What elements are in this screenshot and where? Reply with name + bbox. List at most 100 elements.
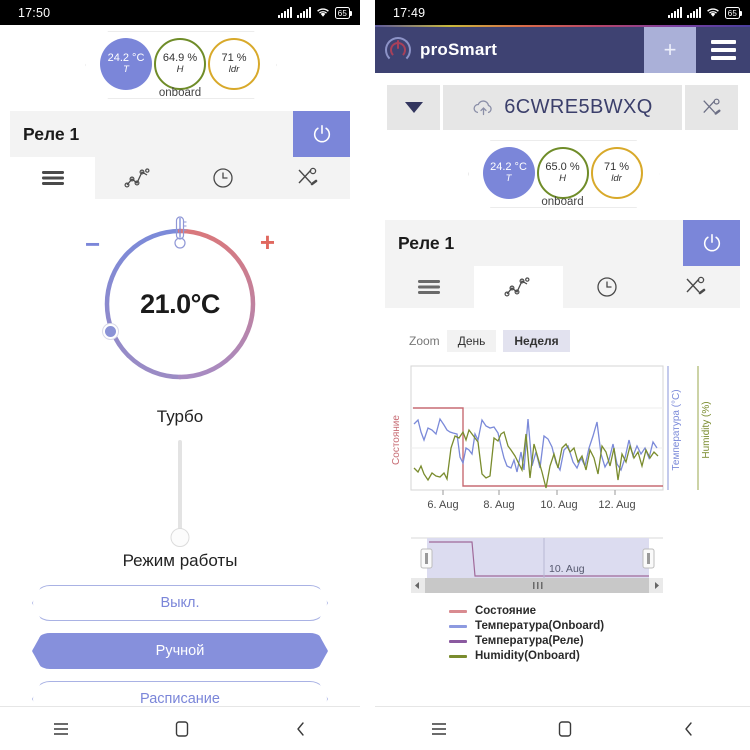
x-tick-label: 10. Aug xyxy=(540,499,577,511)
battery-level: 65 xyxy=(337,8,347,18)
panel-gap xyxy=(360,0,375,750)
axis-title-temperature: Температура (°C) xyxy=(671,389,682,470)
dial-handle[interactable] xyxy=(103,324,118,339)
chart-line-icon xyxy=(504,277,530,297)
mode-buttons: Выкл. Ручной Расписание xyxy=(0,571,360,717)
tab-settings[interactable] xyxy=(651,266,740,308)
gauge-temperature[interactable]: 24.2 °C T xyxy=(100,38,152,90)
x-tick-label: 8. Aug xyxy=(483,499,514,511)
gauge-humidity[interactable]: 64.9 % H xyxy=(154,38,206,90)
wifi-icon xyxy=(316,8,329,17)
gauge-unit: H xyxy=(176,63,184,75)
tab-chart[interactable] xyxy=(473,266,563,308)
gauge-light[interactable]: 71 % ldr xyxy=(208,38,260,90)
add-device-button[interactable]: + xyxy=(644,27,696,73)
chart-block: Zoom День Неделя Состояние Температура (… xyxy=(375,308,750,664)
right-relay-card: Реле 1 xyxy=(385,220,740,308)
device-selector-row: 6CWRE5BWXQ xyxy=(375,73,750,130)
navigator-selection xyxy=(427,538,649,578)
temperature-dial[interactable]: − + 21.0°C xyxy=(85,216,275,389)
recents-icon[interactable] xyxy=(430,721,448,737)
chevron-down-icon xyxy=(404,102,423,113)
legend-item[interactable]: Состояние xyxy=(449,604,738,619)
legend-label: Температура(Onboard) xyxy=(475,620,605,632)
home-icon[interactable] xyxy=(557,720,573,738)
status-time: 17:50 xyxy=(18,5,51,20)
turbo-slider[interactable] xyxy=(170,440,190,547)
legend-swatch xyxy=(449,640,467,643)
tools-icon xyxy=(686,276,705,295)
legend-swatch xyxy=(449,610,467,613)
device-id-field[interactable]: 6CWRE5BWXQ xyxy=(443,85,682,130)
gauge-humidity[interactable]: 65.0 % H xyxy=(536,147,589,199)
sliders-icon xyxy=(418,280,441,294)
status-icons: 65 xyxy=(667,6,743,19)
gauge-temperature[interactable]: 24.2 °C T xyxy=(482,147,535,199)
chart-svg: Состояние Температура (°C) Humidity (%) xyxy=(391,365,712,511)
gauge-light[interactable]: 71 % ldr xyxy=(590,147,643,199)
relay-power-button[interactable] xyxy=(683,220,740,266)
tools-icon xyxy=(702,98,721,115)
legend-item[interactable]: Температура(Реле) xyxy=(449,634,738,649)
device-dropdown-button[interactable] xyxy=(387,85,440,130)
status-icons: 65 xyxy=(277,6,353,19)
gauge-unit: ldr xyxy=(611,172,622,184)
app-title: proSmart xyxy=(420,40,498,59)
signal-bars-icon xyxy=(296,7,311,18)
x-tick-label: 6. Aug xyxy=(427,499,458,511)
chart-plot[interactable]: Состояние Температура (°C) Humidity (%) xyxy=(387,362,738,522)
right-phone-screen: 17:49 65 proSmart + 6CWRE5BWXQ 24.2 °C T… xyxy=(375,0,750,750)
tab-schedule[interactable] xyxy=(562,266,652,308)
recents-icon[interactable] xyxy=(52,721,70,737)
signal-bars-icon xyxy=(686,7,701,18)
back-icon[interactable] xyxy=(682,720,696,738)
gauge-group: 24.2 °C T 64.9 % H 71 % ldr xyxy=(100,38,260,90)
tab-controls[interactable] xyxy=(10,157,95,199)
gauge-unit: T xyxy=(505,172,512,184)
hamburger-menu-icon[interactable] xyxy=(696,27,750,73)
right-gauge-panel: 24.2 °C T 65.0 % H 71 % ldr onboard xyxy=(375,130,750,208)
left-relay-card: Реле 1 xyxy=(10,111,350,199)
clock-icon xyxy=(212,168,233,188)
battery-icon: 65 xyxy=(724,6,743,19)
sliders-icon xyxy=(41,171,64,185)
legend-swatch xyxy=(449,655,467,658)
back-icon[interactable] xyxy=(294,720,308,738)
power-icon xyxy=(313,124,330,143)
wifi-icon xyxy=(706,8,719,17)
tab-settings[interactable] xyxy=(265,157,350,199)
mode-button-manual[interactable]: Ручной xyxy=(32,633,328,669)
battery-icon: 65 xyxy=(334,6,353,19)
mode-label: Режим работы xyxy=(122,551,238,570)
gauge-unit: ldr xyxy=(228,63,240,75)
temperature-dial-wrap: − + 21.0°C xyxy=(0,216,360,389)
gauge-hex-frame: 24.2 °C T 65.0 % H 71 % ldr onboard xyxy=(468,142,658,208)
home-icon[interactable] xyxy=(174,720,190,738)
legend-item[interactable]: Температура(Onboard) xyxy=(449,619,738,634)
chart-zoom-controls: Zoom День Неделя xyxy=(387,330,738,352)
chart-navigator[interactable]: 10. Aug xyxy=(387,532,738,594)
navigator-label: 10. Aug xyxy=(549,563,585,575)
legend-label: Температура(Реле) xyxy=(475,635,584,647)
tab-controls[interactable] xyxy=(385,266,474,308)
device-tools-button[interactable] xyxy=(685,85,738,130)
zoom-label: Zoom xyxy=(409,334,440,348)
relay-tabs xyxy=(10,157,350,199)
tab-schedule[interactable] xyxy=(180,157,265,199)
turbo-slider-handle[interactable] xyxy=(170,528,190,547)
left-android-navbar xyxy=(0,706,360,750)
x-tick-label: 12. Aug xyxy=(598,499,635,511)
legend-item[interactable]: Humidity(Onboard) xyxy=(449,649,738,664)
left-phone-screen: 17:50 65 24.2 °C T 64.9 % H 71 % ldr onb… xyxy=(0,0,360,750)
zoom-button-week[interactable]: Неделя xyxy=(503,330,570,352)
plot-frame xyxy=(410,365,664,491)
zoom-button-day[interactable]: День xyxy=(446,330,497,352)
cloud-upload-icon xyxy=(473,100,492,116)
tab-chart[interactable] xyxy=(95,157,180,199)
right-status-bar: 17:49 65 xyxy=(375,0,750,25)
brand: proSmart xyxy=(375,37,644,63)
relay-power-button[interactable] xyxy=(293,111,350,157)
mode-button-off[interactable]: Выкл. xyxy=(32,585,328,621)
status-time: 17:49 xyxy=(393,5,426,20)
relay-tabs xyxy=(385,266,740,308)
